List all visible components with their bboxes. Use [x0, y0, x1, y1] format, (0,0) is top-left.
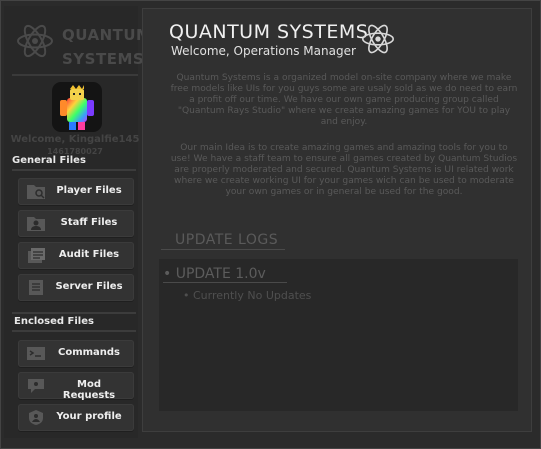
audit-files-label: Audit Files — [58, 249, 120, 260]
staff-files-label: Staff Files — [60, 217, 118, 228]
main-panel: QUANTUM SYSTEMS Welcome, Operations Mana… — [142, 8, 532, 432]
staff-file-icon — [27, 217, 45, 231]
staff-files-button[interactable]: Staff Files — [18, 210, 134, 237]
atom-icon — [361, 24, 395, 54]
player-file-icon — [27, 185, 45, 199]
update-log-item: • Currently No Updates — [183, 289, 312, 302]
commands-button[interactable]: Commands — [18, 340, 134, 367]
atom-icon — [17, 24, 53, 58]
mod-requests-label: Mod Requests — [62, 379, 116, 401]
main-idea-paragraph: Our main Idea is to create amazing games… — [170, 143, 518, 197]
divider — [12, 330, 136, 332]
update-log-heading: • UPDATE 1.0v — [163, 266, 266, 282]
mod-requests-icon — [28, 379, 44, 393]
player-files-button[interactable]: Player Files — [18, 178, 134, 205]
page-subtitle: Welcome, Operations Manager — [171, 44, 356, 58]
divider — [12, 169, 136, 171]
your-profile-button[interactable]: Your profile — [18, 404, 134, 431]
audit-file-icon — [28, 248, 45, 263]
server-files-label: Server Files — [55, 281, 123, 292]
welcome-username: Welcome, Kingalfie145 — [10, 134, 140, 145]
brand-logo: QUANTUM SYSTEMS — [12, 16, 151, 76]
update-logs-title: UPDATE LOGS — [175, 232, 279, 248]
mod-requests-button[interactable]: Mod Requests — [18, 372, 134, 401]
brand-line2: SYSTEMS — [62, 50, 145, 68]
divider — [163, 282, 287, 283]
enclosed-files-label: Enclosed Files — [14, 316, 94, 327]
commands-icon — [27, 347, 45, 360]
page-title: QUANTUM SYSTEMS — [169, 21, 369, 43]
audit-files-button[interactable]: Audit Files — [18, 242, 134, 269]
avatar-image — [60, 85, 94, 130]
divider — [12, 312, 136, 314]
your-profile-label: Your profile — [56, 411, 122, 422]
brand-line1: QUANTUM — [62, 26, 152, 44]
commands-label: Commands — [57, 347, 121, 358]
general-files-label: General Files — [12, 155, 86, 166]
server-file-icon — [29, 280, 43, 295]
server-files-button[interactable]: Server Files — [18, 274, 134, 301]
divider — [161, 249, 285, 250]
intro-paragraph: Quantum Systems is a organized model on-… — [170, 73, 518, 127]
player-files-label: Player Files — [56, 185, 122, 196]
sidebar: QUANTUM SYSTEMS Welcome, Kingalfie145 14… — [4, 6, 151, 438]
avatar[interactable] — [52, 82, 102, 132]
profile-shield-icon — [29, 410, 43, 425]
